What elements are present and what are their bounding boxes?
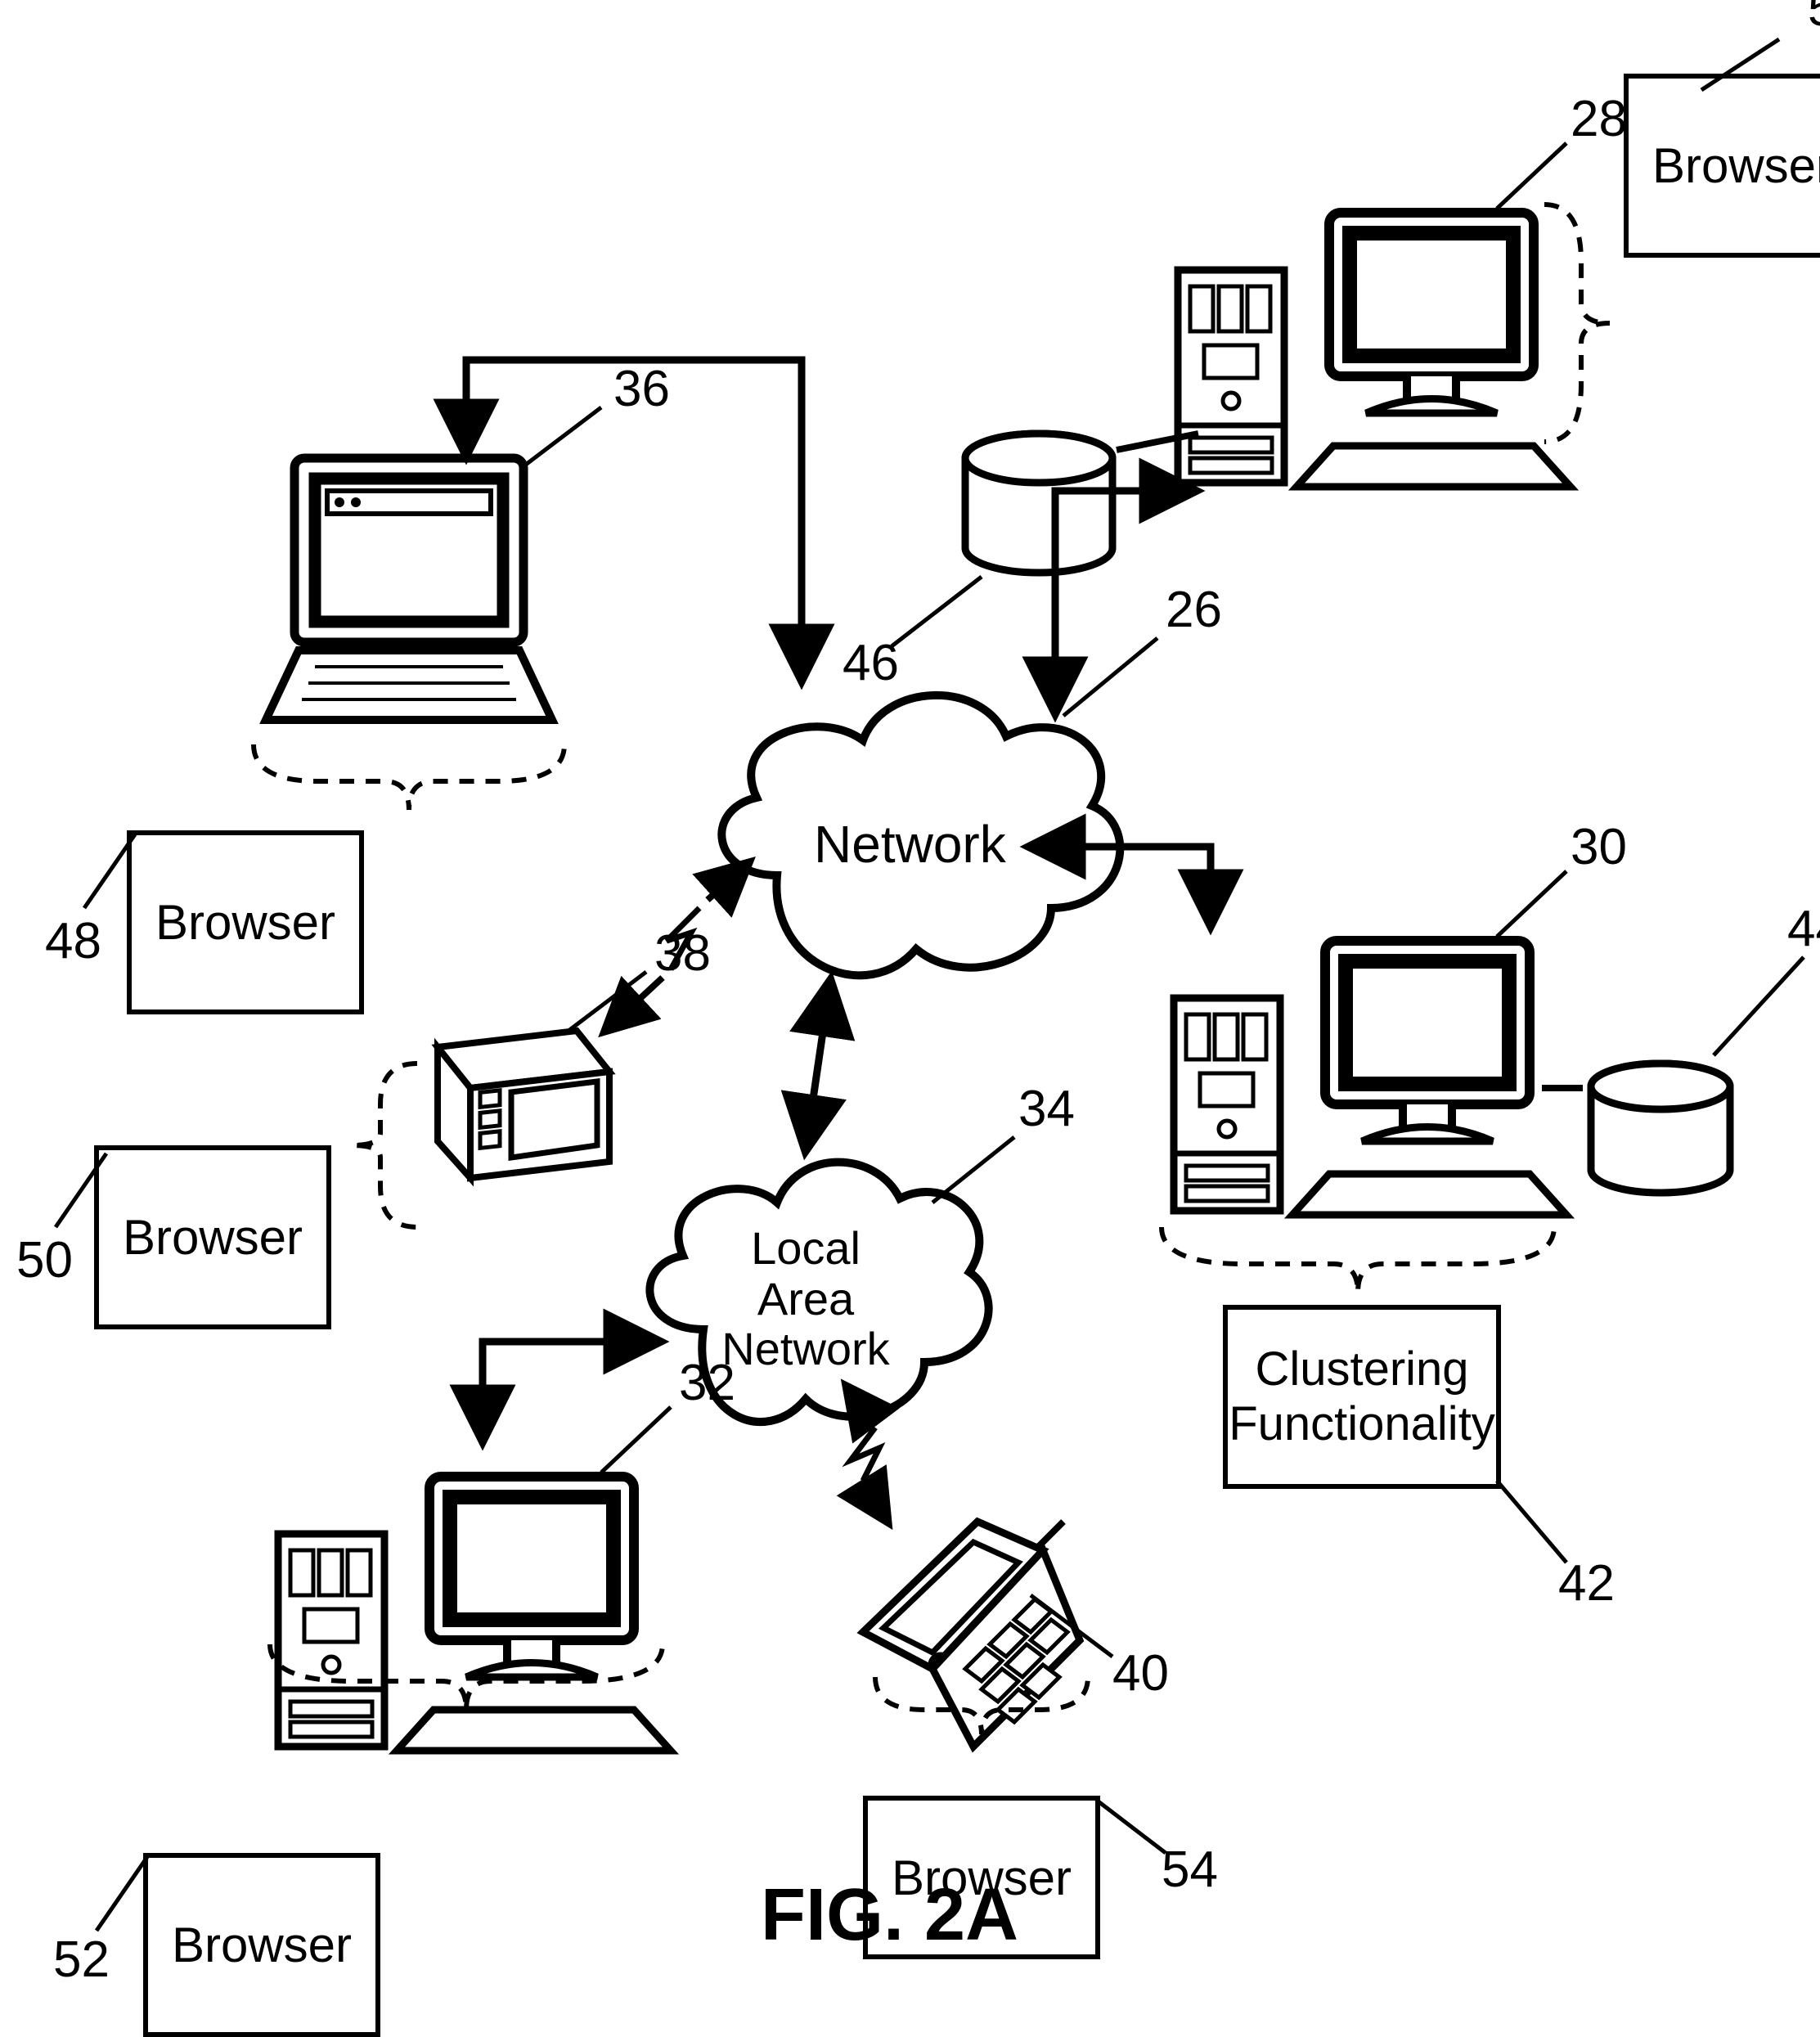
figure-stage: Network 26 Local Area Network 34 <box>0 0 1820 1967</box>
connections <box>0 0 1820 1967</box>
figure-caption: FIG. 2A <box>761 1873 1018 1958</box>
